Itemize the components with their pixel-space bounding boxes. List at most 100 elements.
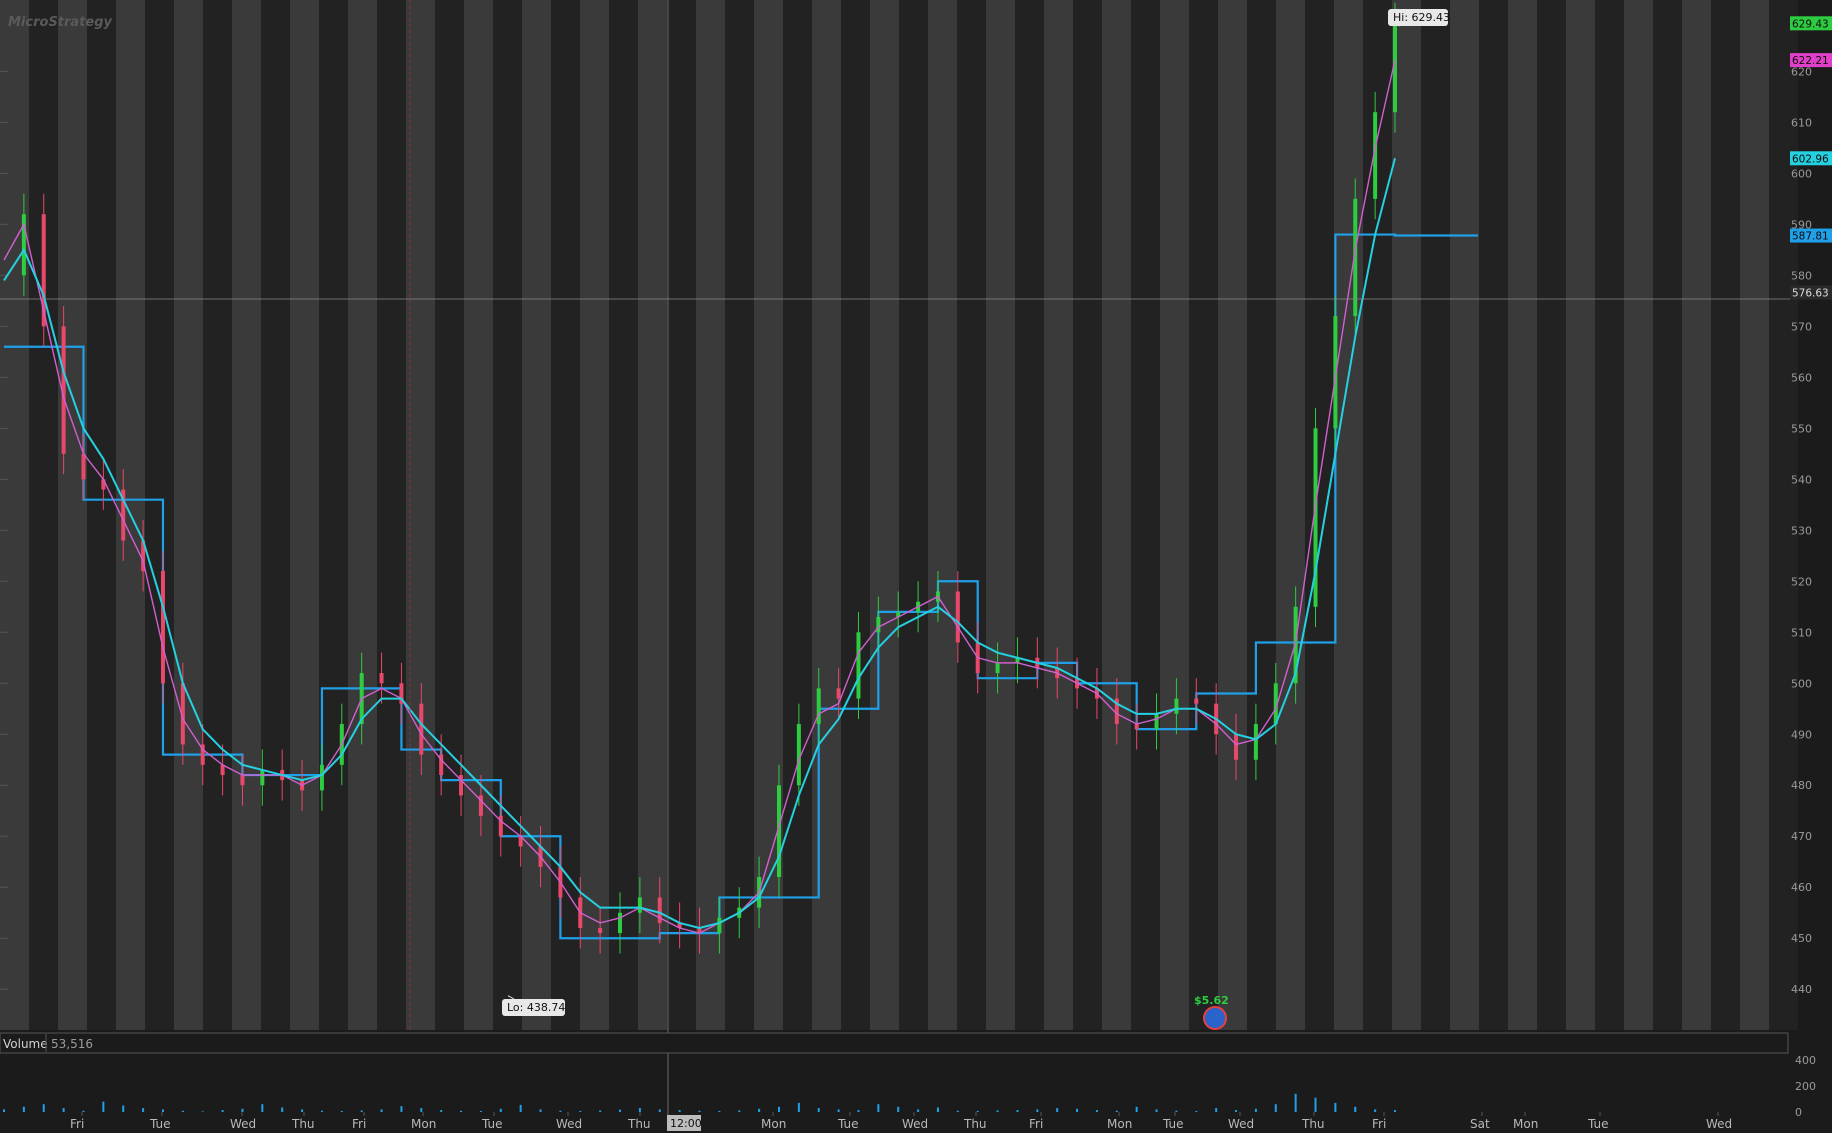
volume-tick-label: 400 xyxy=(1795,1054,1816,1067)
session-band xyxy=(928,0,957,1030)
volume-bar xyxy=(1155,1109,1158,1112)
volume-bar xyxy=(599,1110,602,1112)
session-band xyxy=(986,0,1015,1030)
volume-bar xyxy=(102,1101,105,1112)
candle-body xyxy=(856,632,861,699)
candle-body xyxy=(836,688,841,699)
volume-bar xyxy=(678,1110,681,1112)
volume-bar xyxy=(559,1110,562,1112)
volume-bar xyxy=(221,1110,224,1112)
y-tick-label: 580 xyxy=(1791,269,1812,282)
x-tick-label: Tue xyxy=(481,1117,503,1131)
volume-bar xyxy=(499,1108,502,1112)
session-band xyxy=(1682,0,1711,1030)
volume-bar xyxy=(1235,1110,1238,1112)
volume-bar xyxy=(1076,1108,1079,1112)
session-band xyxy=(1566,0,1595,1030)
x-tick-label: Sat xyxy=(1470,1117,1490,1131)
y-tick-label: 440 xyxy=(1791,983,1812,996)
volume-bar xyxy=(1115,1110,1118,1112)
session-band xyxy=(1276,0,1305,1030)
session-band xyxy=(870,0,899,1030)
high-callout: Hi: 629.43 xyxy=(1388,9,1450,26)
y-tick-label: 450 xyxy=(1791,932,1812,945)
volume-bar xyxy=(1016,1110,1019,1112)
session-band xyxy=(58,0,87,1030)
session-bands xyxy=(0,0,1798,1030)
y-tick-label: 500 xyxy=(1791,677,1812,690)
session-band xyxy=(348,0,377,1030)
volume-bar xyxy=(1254,1108,1257,1112)
volume-bar xyxy=(400,1106,403,1112)
session-band xyxy=(319,0,348,1030)
x-tick-label: Thu xyxy=(1301,1117,1325,1131)
volume-bar xyxy=(1036,1109,1039,1112)
volume-bar xyxy=(360,1110,363,1112)
x-tick-label: Wed xyxy=(556,1117,582,1131)
session-band xyxy=(203,0,232,1030)
candle-body xyxy=(717,917,722,934)
session-band xyxy=(1711,0,1740,1030)
candle-body xyxy=(379,673,384,684)
price-tag-label: 622.21 xyxy=(1792,55,1829,67)
volume-bar xyxy=(142,1108,145,1112)
candle-body xyxy=(955,591,960,643)
volume-bar xyxy=(857,1110,860,1112)
volume-bar xyxy=(1056,1108,1059,1112)
volume-bar xyxy=(738,1110,741,1112)
volume-bar xyxy=(420,1108,423,1112)
candle-body xyxy=(1174,698,1179,714)
session-band xyxy=(1334,0,1363,1030)
session-band xyxy=(1537,0,1566,1030)
session-band xyxy=(1653,0,1682,1030)
session-band xyxy=(667,0,696,1030)
candle-body xyxy=(81,453,86,480)
volume-bar xyxy=(261,1104,264,1112)
x-tick-label: Tue xyxy=(1162,1117,1184,1131)
y-tick-label: 480 xyxy=(1791,779,1812,792)
candle-body xyxy=(637,897,642,913)
watermark: MicroStrategy xyxy=(8,15,113,30)
y-tick-label: 490 xyxy=(1791,728,1812,741)
volume-tick-label: 0 xyxy=(1795,1106,1802,1119)
session-band xyxy=(783,0,812,1030)
price-chart[interactable]: MicroStrategy 440 450 460 470 480 490 500 510 52… xyxy=(0,0,1832,1133)
x-tick-label: Wed xyxy=(230,1117,256,1131)
session-band xyxy=(1218,0,1247,1030)
candle-body xyxy=(618,912,623,934)
session-band xyxy=(232,0,261,1030)
candle-body xyxy=(796,724,801,786)
y-tick-label: 530 xyxy=(1791,524,1812,537)
session-band xyxy=(957,0,986,1030)
volume-bar xyxy=(817,1108,820,1112)
x-tick-label: Mon xyxy=(1107,1117,1132,1131)
session-band xyxy=(87,0,116,1030)
candle-body xyxy=(220,764,225,776)
volume-bar xyxy=(3,1109,5,1112)
price-tag-label: 576.63 xyxy=(1792,288,1829,300)
candle-body xyxy=(995,662,1000,674)
session-band xyxy=(406,0,435,1030)
y-tick-label: 610 xyxy=(1791,116,1812,129)
x-tick-label: Wed xyxy=(1706,1117,1732,1131)
session-band xyxy=(1073,0,1102,1030)
low-callout-label: Lo: 438.74 xyxy=(507,1001,565,1014)
dividend-icon[interactable] xyxy=(1203,1006,1227,1030)
volume-bar xyxy=(1314,1097,1317,1112)
session-band xyxy=(464,0,493,1030)
volume-value: 53,516 xyxy=(51,1037,93,1051)
session-band xyxy=(609,0,638,1030)
volume-bar xyxy=(1195,1110,1198,1112)
volume-bar xyxy=(1334,1102,1337,1112)
volume-bar xyxy=(1374,1109,1377,1112)
volume-bar xyxy=(201,1111,204,1112)
y-tick-label: 550 xyxy=(1791,422,1812,435)
volume-bar xyxy=(1135,1106,1138,1112)
volume-bar xyxy=(1294,1093,1297,1112)
x-tick-label: Fri xyxy=(352,1117,366,1131)
session-band xyxy=(696,0,725,1030)
price-tag-label: 602.96 xyxy=(1792,153,1829,165)
y-tick-label: 460 xyxy=(1791,881,1812,894)
volume-bar xyxy=(758,1108,761,1112)
session-band xyxy=(145,0,174,1030)
